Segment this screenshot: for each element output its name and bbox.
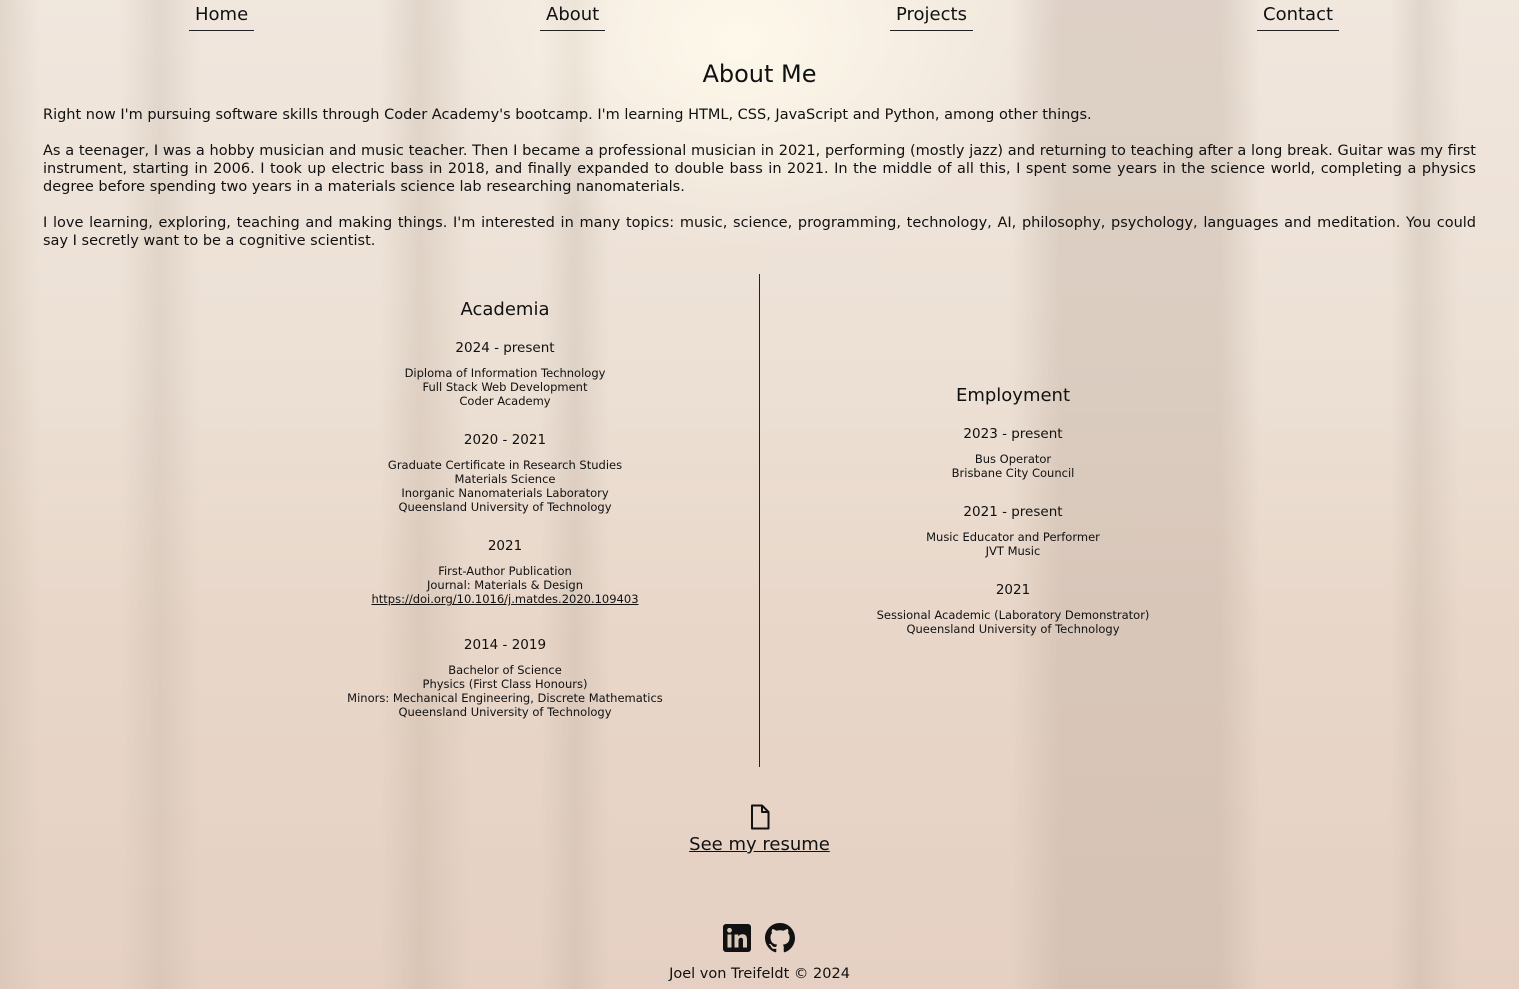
academia-entry: 2024 - present Diploma of Information Te… [295,340,715,408]
nav-contact-link[interactable]: Contact [1257,4,1340,31]
nav-home-link[interactable]: Home [189,4,255,31]
intro-paragraph: Right now I'm pursuing software skills t… [43,107,1092,123]
entry-date: 2021 - present [963,504,1063,520]
employment-section: Employment 2023 - present Bus Operator B… [803,384,1223,660]
entry-line: Bus Operator [974,452,1052,466]
intro-paragraph: I love learning, exploring, teaching and… [43,215,1476,249]
entry-details: Bachelor of Science Physics (First Class… [295,663,715,719]
entry-line: Queensland University of Technology [398,500,612,514]
entry-line: Journal: Materials & Design [427,578,583,592]
intro-paragraph: As a teenager, I was a hobby musician an… [43,143,1476,195]
entry-details: Music Educator and Performer JVT Music [803,530,1223,558]
entry-line: Graduate Certificate in Research Studies [387,458,623,472]
employment-entry: 2021 - present Music Educator and Perfor… [803,504,1223,558]
academia-entry: 2014 - 2019 Bachelor of Science Physics … [295,637,715,719]
entry-details: Graduate Certificate in Research Studies… [295,458,715,514]
entry-line: Queensland University of Technology [398,705,612,719]
footer-copyright: Joel von Treifeldt © 2024 [669,966,850,982]
entry-line: Music Educator and Performer [926,530,1100,544]
entry-line: Bachelor of Science [448,663,562,677]
entry-line: Queensland University of Technology [906,622,1120,636]
entry-line: Inorganic Nanomaterials Laboratory [401,486,609,500]
file-icon[interactable] [749,804,771,830]
entry-line: Materials Science [454,472,556,486]
top-nav: Home About Projects Contact [0,0,1519,34]
entry-line: First-Author Publication [438,564,572,578]
column-divider [759,274,760,767]
academia-entry: 2020 - 2021 Graduate Certificate in Rese… [295,432,715,514]
employment-entry: 2023 - present Bus Operator Brisbane Cit… [803,426,1223,480]
entry-date: 2014 - 2019 [463,637,547,653]
resume-section: See my resume [0,804,1519,855]
entry-date: 2024 - present [455,340,555,356]
entry-line: Sessional Academic (Laboratory Demonstra… [876,608,1150,622]
entry-line: Diploma of Information Technology [404,366,606,380]
entry-date: 2023 - present [963,426,1063,442]
github-icon[interactable] [765,923,795,957]
entry-details: Bus Operator Brisbane City Council [803,452,1223,480]
entry-details: Diploma of Information Technology Full S… [295,366,715,408]
entry-details: First-Author Publication Journal: Materi… [295,564,715,606]
resume-link[interactable]: See my resume [689,834,830,855]
academia-entry: 2021 First-Author Publication Journal: M… [295,538,715,606]
nav-about-link[interactable]: About [540,4,606,31]
employment-heading: Employment [955,385,1071,406]
entry-line: Physics (First Class Honours) [422,677,588,691]
employment-entry: 2021 Sessional Academic (Laboratory Demo… [803,582,1223,636]
entry-details: Sessional Academic (Laboratory Demonstra… [803,608,1223,636]
academia-heading: Academia [460,299,550,320]
entry-line: Full Stack Web Development [422,380,588,394]
entry-date: 2021 [487,538,523,554]
nav-projects-link[interactable]: Projects [890,4,973,31]
academia-section: Academia 2024 - present Diploma of Infor… [295,298,715,737]
intro-section: Right now I'm pursuing software skills t… [43,106,1476,268]
entry-line: Coder Academy [459,394,551,408]
social-links [722,923,802,955]
entry-line: Minors: Mechanical Engineering, Discrete… [347,691,663,705]
doi-link[interactable]: https://doi.org/10.1016/j.matdes.2020.10… [371,592,638,606]
linkedin-icon[interactable] [722,923,752,957]
entry-date: 2020 - 2021 [463,432,547,448]
page-title: About Me [702,60,817,88]
entry-date: 2021 [995,582,1031,598]
entry-line: JVT Music [985,544,1041,558]
page: Home About Projects Contact About Me Rig… [0,0,1519,989]
entry-line: Brisbane City Council [951,466,1075,480]
